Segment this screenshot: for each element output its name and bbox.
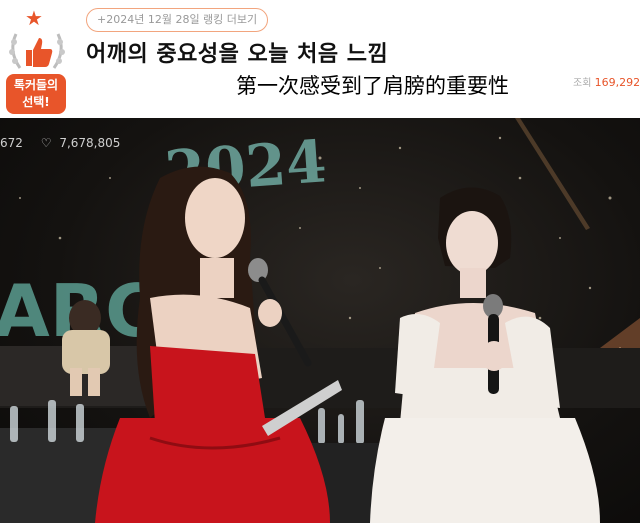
views-label: 조회	[573, 78, 592, 89]
like-count: 7,678,805	[59, 136, 121, 150]
talkers-choice-badge: ★ 톡커들의 선택!	[2, 6, 72, 114]
post-title-chinese: 第一次感受到了肩膀的重要性	[236, 74, 509, 98]
event-photo: 2024 ARC	[0, 118, 640, 523]
views-number: 169,292	[594, 76, 640, 89]
thumbs-up-wreath-icon	[9, 33, 65, 69]
post-header: ★ 톡커들의 선택! +2024년 12월 28일 랭킹 더보기 어깨의 중요성…	[0, 0, 640, 118]
stage-scene: 2024 ARC	[0, 118, 640, 523]
badge-label: 톡커들의 선택!	[6, 74, 66, 114]
post-title-korean[interactable]: 어깨의 중요성을 오늘 처음 느낌	[86, 36, 388, 68]
ranking-date-link[interactable]: +2024년 12월 28일 랭킹 더보기	[86, 8, 269, 32]
viewer-count: 672	[0, 136, 23, 150]
heart-icon: ♡	[40, 136, 52, 150]
view-count: 조회 169,292	[573, 74, 640, 89]
star-icon: ★	[25, 6, 43, 30]
stream-stats: 672 ♡ 7,678,805	[0, 136, 120, 150]
